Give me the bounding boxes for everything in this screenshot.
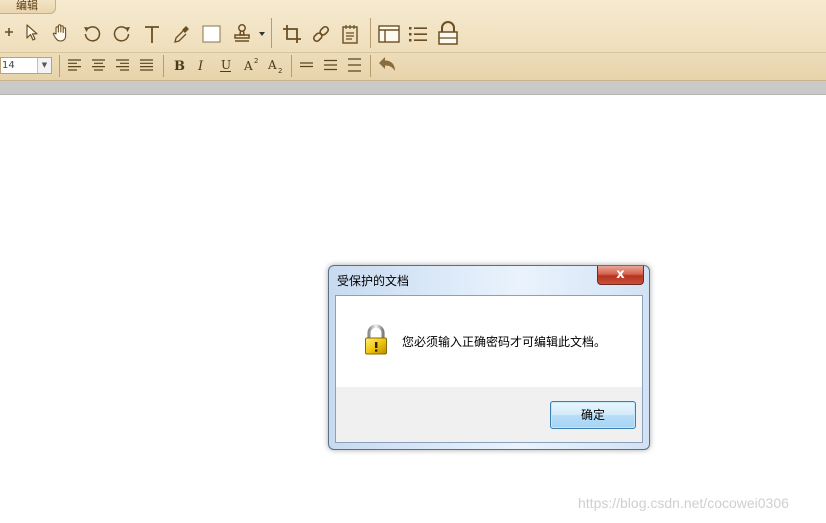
close-button[interactable]: x (597, 266, 644, 285)
pointer-icon[interactable] (24, 24, 40, 42)
svg-text:A: A (267, 58, 277, 72)
toolbar-divider (271, 18, 272, 48)
list-icon[interactable] (408, 25, 428, 43)
close-icon: x (616, 267, 625, 282)
protected-document-dialog: 受保护的文档 x 您必须输入正确密码才可编辑此文档。 确定 (328, 265, 650, 450)
toolbar-divider (59, 55, 60, 77)
eyedropper-icon[interactable] (173, 24, 191, 44)
watermark: https://blog.csdn.net/cocowei0306 (578, 495, 789, 511)
layout-icon[interactable] (378, 25, 400, 43)
text-tool-icon[interactable] (143, 24, 161, 44)
font-size-select[interactable]: 14 ▼ (0, 57, 52, 74)
line-spacing-3-icon[interactable] (347, 58, 362, 72)
font-size-value: 14 (2, 60, 15, 71)
bold-icon[interactable]: B (172, 57, 186, 73)
undo-icon[interactable] (377, 56, 397, 74)
link-icon[interactable] (311, 24, 331, 44)
svg-text:I: I (197, 59, 204, 73)
tab-edit[interactable]: 编辑 (0, 0, 56, 14)
toolbar-row-2: 14 ▼ B I U A 2 A 2 (0, 52, 826, 78)
toolbar-divider (370, 55, 371, 77)
svg-text:2: 2 (278, 67, 282, 75)
justify-icon[interactable] (139, 59, 154, 71)
ribbon-toolbar: 编辑 14 ▼ B I U A 2 A 2 (0, 0, 826, 81)
toolbar-divider (163, 55, 164, 77)
app-window: 编辑 14 ▼ B I U A 2 A 2 受保护的文档 x 您必须输入正确密码… (0, 0, 826, 523)
hand-icon[interactable] (52, 23, 70, 43)
dialog-title: 受保护的文档 (337, 274, 410, 288)
underline-icon[interactable]: U (219, 57, 233, 73)
line-spacing-2-icon[interactable] (323, 59, 338, 71)
lock-icon[interactable] (437, 20, 459, 46)
dialog-message: 您必须输入正确密码才可编辑此文档。 (402, 335, 607, 349)
align-right-icon[interactable] (115, 59, 130, 71)
subscript-icon[interactable]: A2 (267, 56, 285, 75)
toolbar-row-1 (0, 16, 826, 50)
add-icon[interactable] (4, 27, 14, 37)
toolbar-divider (370, 18, 371, 48)
crop-icon[interactable] (282, 24, 302, 44)
svg-text:A: A (243, 59, 253, 73)
stamp-icon[interactable] (233, 23, 253, 43)
svg-text:2: 2 (254, 57, 258, 65)
line-spacing-1-icon[interactable] (299, 60, 314, 70)
ok-button[interactable]: 确定 (550, 401, 636, 429)
note-icon[interactable] (341, 24, 359, 44)
document-header-bar (0, 81, 826, 95)
align-center-icon[interactable] (91, 59, 106, 71)
chevron-down-icon[interactable]: ▼ (37, 58, 51, 73)
stamp-dropdown-icon[interactable] (259, 32, 265, 36)
rectangle-icon[interactable] (202, 25, 221, 43)
toolbar-divider (291, 55, 292, 77)
superscript-icon[interactable]: A2 (243, 56, 261, 73)
rotate-right-icon[interactable] (112, 24, 132, 44)
rotate-left-icon[interactable] (82, 24, 102, 44)
italic-icon[interactable]: I (196, 57, 210, 73)
dialog-body: 您必须输入正确密码才可编辑此文档。 确定 (335, 295, 643, 443)
padlock-icon (364, 324, 388, 360)
svg-text:U: U (221, 58, 231, 72)
align-left-icon[interactable] (67, 59, 82, 71)
svg-text:B: B (174, 59, 185, 73)
